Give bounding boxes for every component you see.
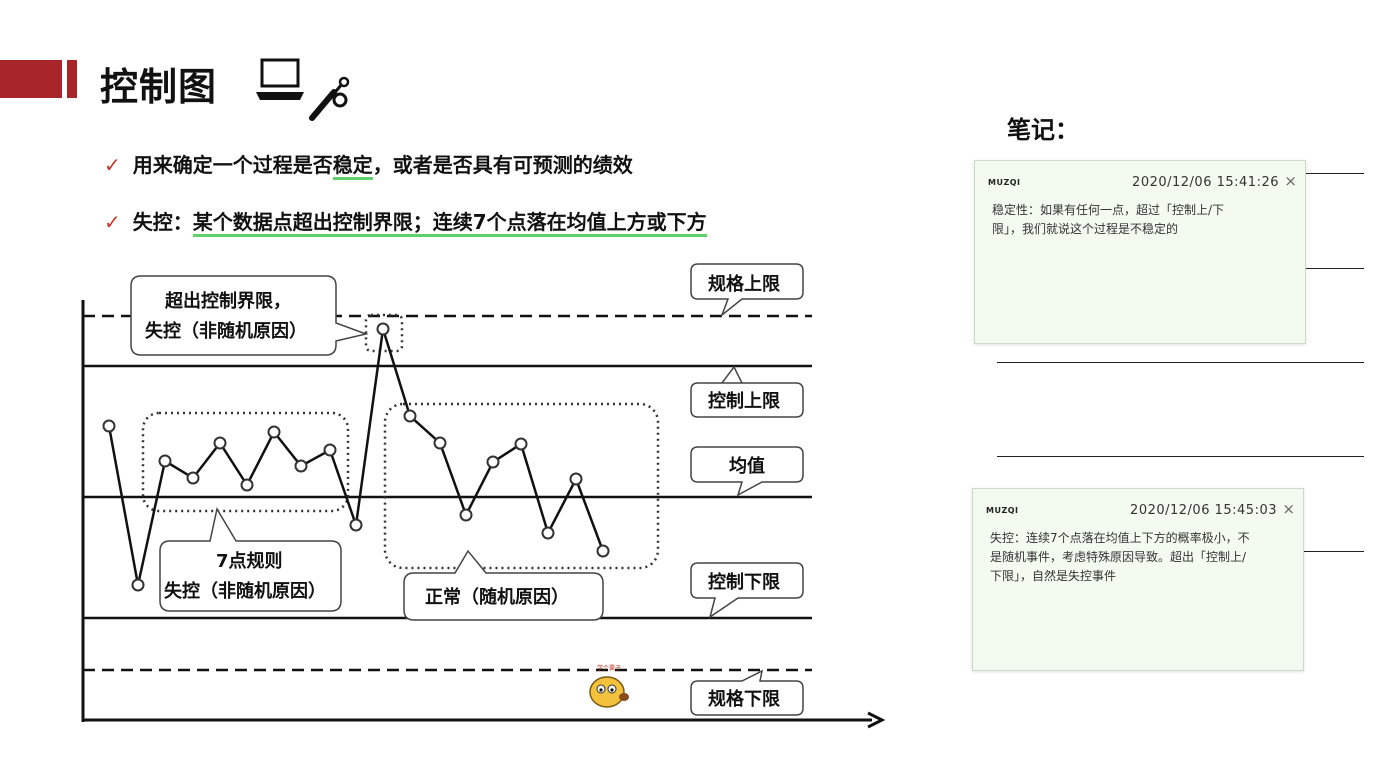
callout-normal xyxy=(403,549,604,621)
label-control-lower: 控制下限 xyxy=(708,571,781,593)
label-spec-lower: 规格下限 xyxy=(708,688,781,710)
data-point xyxy=(349,518,363,532)
data-point xyxy=(131,578,145,592)
notes-heading: 笔记： xyxy=(1007,116,1079,144)
note-timestamp: 2020/12/06 15:45:03 xyxy=(1130,503,1277,518)
data-point xyxy=(158,454,172,468)
data-point xyxy=(596,544,610,558)
data-point xyxy=(267,425,281,439)
label-spec-upper: 规格上限 xyxy=(708,273,781,295)
data-point xyxy=(102,419,116,433)
note-author: MUZQI xyxy=(986,506,1019,515)
callout-normal-label: 正常（随机原因） xyxy=(425,586,569,608)
callout-out-of-limit-line1: 超出控制界限， xyxy=(165,290,291,312)
callout-rule7-line1: 7点规则 xyxy=(216,550,283,572)
note-text: 失控：连续7个点落在均值上下方的概率极小，不是随机事件，考虑特殊原因导致。超出「… xyxy=(990,531,1250,583)
note-line xyxy=(1303,173,1364,174)
data-point xyxy=(294,459,308,473)
note-line xyxy=(1303,551,1364,552)
callout-out-of-limit xyxy=(130,275,369,356)
data-point xyxy=(433,436,447,450)
data-point xyxy=(213,436,227,450)
note-line xyxy=(997,362,1364,363)
data-point xyxy=(514,437,528,451)
note-line xyxy=(1303,268,1364,269)
close-icon[interactable]: × xyxy=(1284,172,1297,190)
data-point xyxy=(459,508,473,522)
control-chart-diagram: 超出控制界限， 失控（非随机原因） 7点规则 失控（非随机原因） 正常（随机原因… xyxy=(81,263,886,729)
normal-group-box xyxy=(383,402,660,570)
note-card[interactable]: MUZQI 2020/12/06 15:45:03 × 失控：连续7个点落在均值… xyxy=(972,488,1304,671)
note-author: MUZQI xyxy=(988,178,1021,187)
label-control-upper: 控制上限 xyxy=(708,390,781,412)
data-point xyxy=(240,478,254,492)
data-point xyxy=(323,443,337,457)
note-line xyxy=(997,456,1364,457)
label-mean: 均值 xyxy=(729,455,765,477)
note-card[interactable]: MUZQI 2020/12/06 15:41:26 × 稳定性：如果有任何一点，… xyxy=(974,160,1306,344)
data-point xyxy=(186,471,200,485)
note-timestamp: 2020/12/06 15:41:26 xyxy=(1132,175,1279,190)
data-point xyxy=(541,526,555,540)
data-point xyxy=(376,322,390,336)
note-text: 稳定性：如果有任何一点，超过「控制上/下限」，我们就说这个过程是不稳定的 xyxy=(992,203,1225,236)
callout-out-of-limit-line2: 失控（非随机原因） xyxy=(145,320,307,342)
data-point xyxy=(486,455,500,469)
data-point xyxy=(569,472,583,486)
data-point xyxy=(403,409,417,423)
callout-rule7-line2: 失控（非随机原因） xyxy=(164,580,326,602)
sticker-text: 学个囊子 xyxy=(597,664,621,672)
close-icon[interactable]: × xyxy=(1282,500,1295,518)
